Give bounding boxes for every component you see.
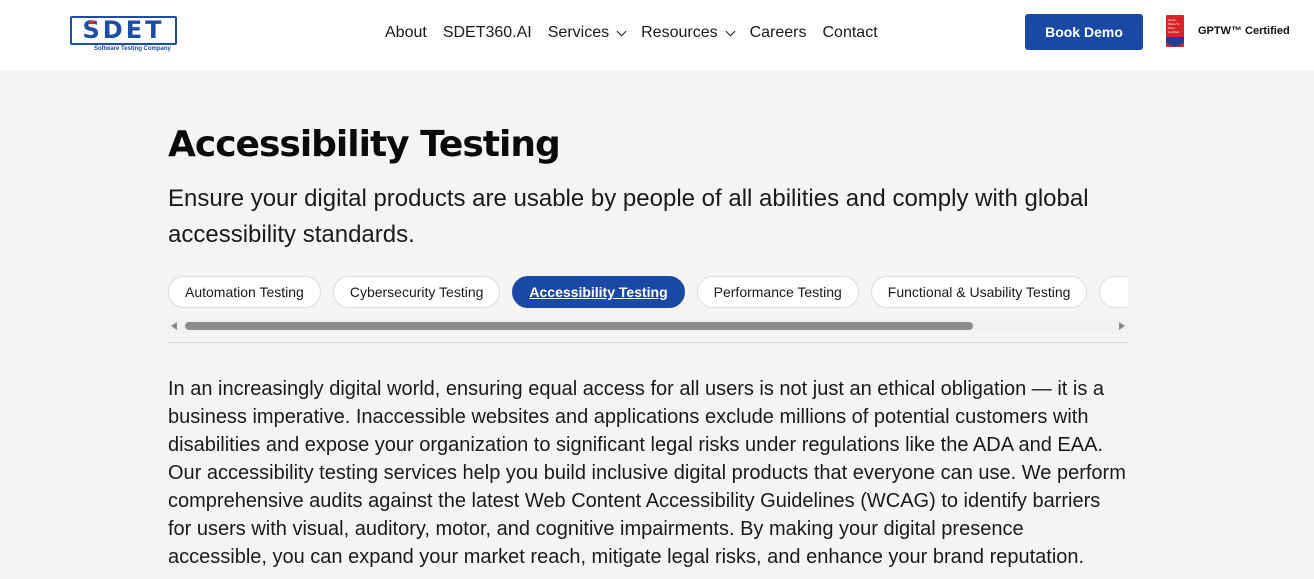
gptw-label: GPTW™ Certified bbox=[1198, 25, 1290, 37]
chevron-down-icon bbox=[616, 26, 627, 36]
nav-label: Contact bbox=[822, 24, 878, 41]
tab-performance-testing[interactable]: Performance Testing bbox=[696, 276, 859, 308]
gptw-badge-icon: Great Place To Work Certified bbox=[1166, 15, 1184, 47]
gptw-certification[interactable]: Great Place To Work Certified GPTW™ Cert… bbox=[1166, 15, 1290, 47]
tab-functional-usability-testing[interactable]: Functional & Usability Testing bbox=[870, 276, 1088, 308]
main-nav: About SDET360.AI Services Resources Care… bbox=[385, 22, 878, 44]
scroll-left-arrow-icon[interactable] bbox=[171, 322, 177, 330]
nav-label: Careers bbox=[749, 24, 807, 41]
nav-label: Services bbox=[547, 24, 610, 41]
nav-label: About bbox=[385, 24, 427, 41]
page-title: Accessibility Testing bbox=[168, 124, 561, 165]
logo-accent bbox=[89, 21, 95, 24]
tab-automation-testing[interactable]: Automation Testing bbox=[168, 276, 321, 308]
service-description: In an increasingly digital world, ensuri… bbox=[168, 378, 1126, 568]
chevron-down-icon bbox=[725, 26, 736, 36]
book-demo-button[interactable]: Book Demo bbox=[1025, 14, 1143, 50]
site-header: SDET Software Testing Company About SDET… bbox=[0, 0, 1314, 71]
tab-accessibility-testing[interactable]: Accessibility Testing bbox=[512, 276, 685, 308]
sdet-logo[interactable]: SDET Software Testing Company bbox=[70, 16, 178, 54]
nav-label: SDET360.AI bbox=[442, 24, 532, 41]
nav-item-services[interactable]: Services bbox=[547, 24, 627, 42]
scrollbar-thumb[interactable] bbox=[185, 322, 973, 330]
gptw-badge-text: Great Place To Work Certified bbox=[1168, 18, 1180, 34]
nav-item-sdet360[interactable]: SDET360.AI bbox=[443, 24, 532, 42]
logo-wordmark: SDET bbox=[82, 16, 165, 44]
nav-item-resources[interactable]: Resources bbox=[641, 24, 736, 42]
tab-cybersecurity-testing[interactable]: Cybersecurity Testing bbox=[332, 276, 501, 308]
tabs-scrollbar[interactable] bbox=[168, 319, 1128, 333]
nav-label: Resources bbox=[641, 24, 718, 41]
section-divider bbox=[168, 342, 1128, 343]
tab-next-partial[interactable] bbox=[1099, 276, 1128, 308]
service-tabs: Automation Testing Cybersecurity Testing… bbox=[168, 276, 1128, 308]
nav-item-careers[interactable]: Careers bbox=[750, 24, 807, 42]
logo-tagline: Software Testing Company bbox=[94, 46, 171, 52]
page-subtitle: Ensure your digital products are usable … bbox=[168, 185, 1089, 248]
nav-item-contact[interactable]: Contact bbox=[823, 24, 878, 42]
scroll-right-arrow-icon[interactable] bbox=[1119, 322, 1125, 330]
nav-item-about[interactable]: About bbox=[385, 24, 427, 42]
